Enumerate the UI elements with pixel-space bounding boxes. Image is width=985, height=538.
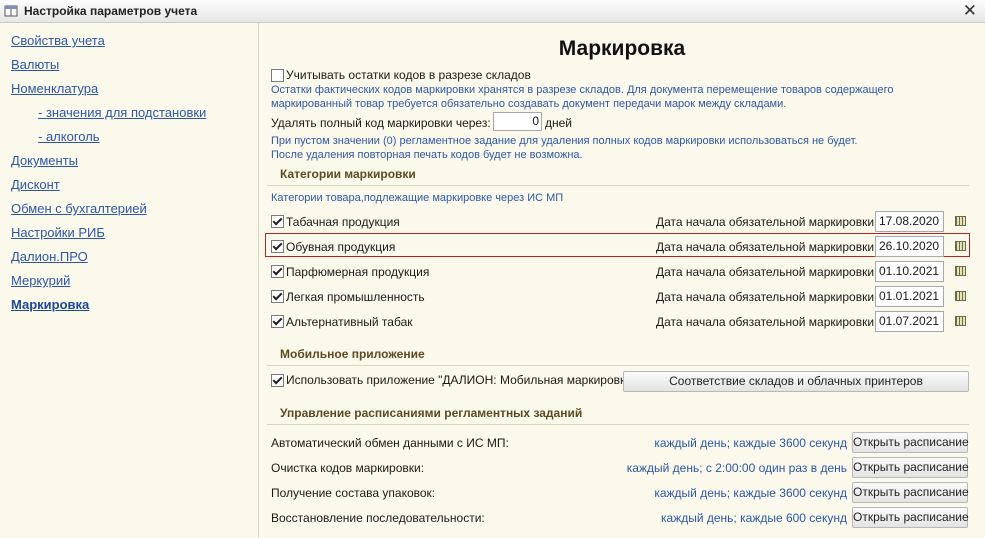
schedule-link-exchange[interactable]: каждый день; каждые 3600 секунд xyxy=(654,436,847,450)
calendar-icon[interactable] xyxy=(953,211,967,230)
close-icon[interactable]: ✕ xyxy=(963,1,977,21)
category-date-input-alt-tobacco[interactable]: 01.07.2021 xyxy=(875,311,944,332)
sidebar-item-nomenclature[interactable]: Номенклатура xyxy=(11,81,98,96)
category-checkbox-light-industry[interactable] xyxy=(271,290,284,303)
mandatory-date-label: Дата начала обязательной маркировки: xyxy=(656,240,878,254)
schedule-link-packages[interactable]: каждый день; каждые 3600 секунд xyxy=(654,486,847,500)
categories-section-title: Категории маркировки xyxy=(280,167,416,181)
category-checkbox-shoes[interactable] xyxy=(271,240,284,253)
sidebar-item-discount[interactable]: Дисконт xyxy=(11,177,60,192)
category-label-light-industry: Легкая промышленность xyxy=(286,290,425,304)
category-checkbox-tobacco[interactable] xyxy=(271,215,284,228)
schedule-label-sequence: Восстановление последовательности: xyxy=(271,511,485,525)
schedules-section-title: Управление расписаниями регламентных зад… xyxy=(280,406,583,420)
section-divider xyxy=(267,365,969,366)
sidebar-item-mercury[interactable]: Меркурий xyxy=(11,273,70,288)
sidebar-item-marking[interactable]: Маркировка xyxy=(11,297,89,312)
sidebar-item-alcohol[interactable]: - алкоголь xyxy=(38,129,100,144)
warehouse-balance-checkbox[interactable] xyxy=(271,69,284,82)
mandatory-date-label: Дата начала обязательной маркировки: xyxy=(656,265,878,279)
sidebar: Свойства учета Валюты Номенклатура - зна… xyxy=(0,23,259,538)
warehouse-balance-label: Учитывать остатки кодов в разрезе складо… xyxy=(286,68,531,82)
sidebar-item-documents[interactable]: Документы xyxy=(11,153,78,168)
category-label-tobacco: Табачная продукция xyxy=(286,215,400,229)
categories-hint: Категории товара,подлежащие маркировке ч… xyxy=(271,192,564,204)
mobile-app-checkbox[interactable] xyxy=(271,374,284,387)
page-title: Маркировка xyxy=(558,37,686,60)
delete-hint-line1: При пустом значении (0) регламентное зад… xyxy=(271,135,858,147)
sidebar-item-accounting-properties[interactable]: Свойства учета xyxy=(11,33,105,48)
title-bar: Настройка параметров учета ✕ xyxy=(0,0,985,23)
open-schedule-button-exchange[interactable]: Открыть расписание xyxy=(852,432,969,453)
calendar-icon[interactable] xyxy=(953,286,967,305)
warehouse-hint-line2: маркированный товар требуется обязательн… xyxy=(271,98,787,110)
delete-days-input[interactable]: 0 xyxy=(493,112,542,131)
sidebar-item-rib-settings[interactable]: Настройки РИБ xyxy=(11,225,105,240)
category-checkbox-perfume[interactable] xyxy=(271,265,284,278)
delete-codes-label: Удалять полный код маркировки через: xyxy=(271,116,491,130)
sidebar-item-substitution-values[interactable]: - значения для подстановки xyxy=(38,105,206,120)
schedule-label-exchange: Автоматический обмен данными с ИС МП: xyxy=(271,436,509,450)
warehouse-hint-line1: Остатки фактических кодов маркировки хра… xyxy=(271,84,894,96)
schedule-link-cleanup[interactable]: каждый день; с 2:00:00 один раз в день xyxy=(627,461,847,475)
category-date-input-shoes[interactable]: 26.10.2020 xyxy=(875,236,944,257)
sidebar-item-currencies[interactable]: Валюты xyxy=(11,57,59,72)
main-panel: Маркировка Учитывать остатки кодов в раз… xyxy=(259,23,985,538)
category-label-alt-tobacco: Альтернативный табак xyxy=(286,315,413,329)
sidebar-item-accounting-exchange[interactable]: Обмен с бухгалтерией xyxy=(11,201,147,216)
sidebar-item-dalion-pro[interactable]: Далион.ПРО xyxy=(11,249,88,264)
settings-window-icon xyxy=(4,5,18,17)
section-divider xyxy=(267,424,969,425)
open-schedule-button-cleanup[interactable]: Открыть расписание xyxy=(852,457,969,478)
schedule-label-packages: Получение состава упаковок: xyxy=(271,486,436,500)
window-title: Настройка параметров учета xyxy=(24,4,198,18)
calendar-icon[interactable] xyxy=(953,311,967,330)
mandatory-date-label: Дата начала обязательной маркировки: xyxy=(656,290,878,304)
mobile-app-label: Использовать приложение "ДАЛИОН: Мобильн… xyxy=(286,373,637,387)
delete-hint-line2: После удаления повторная печать кодов бу… xyxy=(271,149,583,161)
mandatory-date-label: Дата начала обязательной маркировки: xyxy=(656,215,878,229)
category-date-input-perfume[interactable]: 01.10.2021 xyxy=(875,261,944,282)
category-date-input-light-industry[interactable]: 01.01.2021 xyxy=(875,286,944,307)
calendar-icon[interactable] xyxy=(953,236,967,255)
open-schedule-button-sequence[interactable]: Открыть расписание xyxy=(852,507,969,528)
category-checkbox-alt-tobacco[interactable] xyxy=(271,315,284,328)
mandatory-date-label: Дата начала обязательной маркировки: xyxy=(656,315,878,329)
open-schedule-button-packages[interactable]: Открыть расписание xyxy=(852,482,969,503)
warehouse-printers-button[interactable]: Соответствие складов и облачных принтеро… xyxy=(623,371,969,392)
category-label-perfume: Парфюмерная продукция xyxy=(286,265,430,279)
schedule-link-sequence[interactable]: каждый день; каждые 600 секунд xyxy=(661,511,847,525)
mobile-section-title: Мобильное приложение xyxy=(280,347,425,361)
category-label-shoes: Обувная продукция xyxy=(286,240,396,254)
section-divider xyxy=(267,185,969,186)
calendar-icon[interactable] xyxy=(953,261,967,280)
days-unit-label: дней xyxy=(545,116,573,130)
category-date-input-tobacco[interactable]: 17.08.2020 xyxy=(875,211,944,232)
schedule-label-cleanup: Очистка кодов маркировки: xyxy=(271,461,425,475)
